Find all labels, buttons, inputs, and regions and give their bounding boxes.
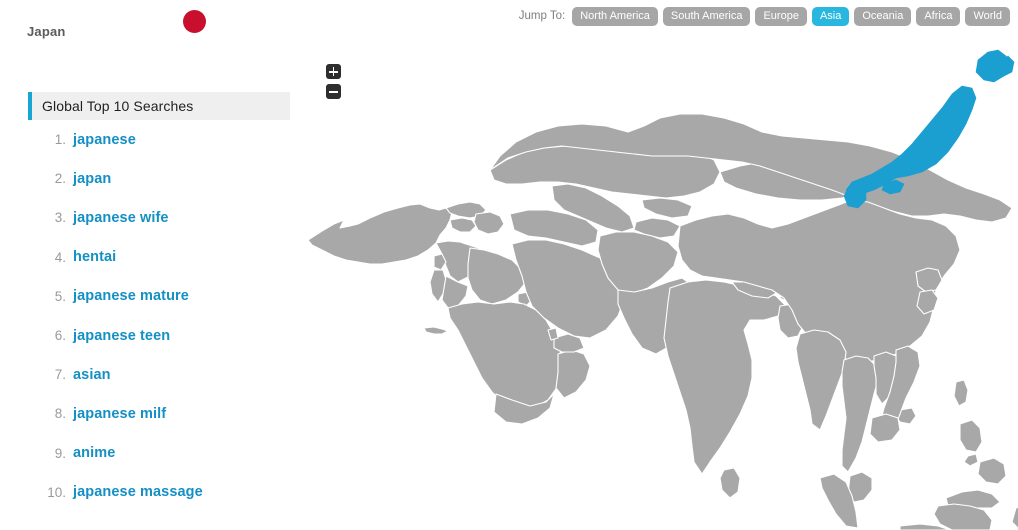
search-term-link[interactable]: japanese teen — [73, 328, 170, 344]
search-rank: 1. — [54, 132, 66, 148]
map-country-japan-hokkaido[interactable] — [975, 49, 1011, 83]
map-country-philippines-mindanao[interactable] — [977, 457, 1007, 485]
map-country-thailand[interactable] — [841, 355, 879, 473]
list-item[interactable]: 2. japan — [28, 159, 290, 198]
search-rank: 9. — [54, 445, 66, 461]
global-top-searches-panel: Global Top 10 Searches 1. japanese 2. ja… — [28, 92, 290, 512]
page-title: Japan — [27, 24, 66, 39]
jump-button-world[interactable]: World — [965, 6, 1010, 26]
accent-bar — [28, 92, 32, 120]
search-rank: 6. — [54, 328, 66, 344]
map-country-cambodia[interactable] — [869, 413, 901, 443]
zoom-out-button[interactable] — [326, 84, 341, 99]
jump-button-south-america[interactable]: South America — [662, 6, 751, 26]
map-country-oman[interactable] — [555, 349, 591, 399]
page-root: Japan Jump To: North America South Ameri… — [0, 0, 1018, 530]
search-term-link[interactable]: asian — [73, 367, 111, 383]
map-country-turkey[interactable] — [307, 203, 453, 265]
searches-panel-header: Global Top 10 Searches — [28, 92, 290, 120]
list-item[interactable]: 5. japanese mature — [28, 277, 290, 316]
list-item[interactable]: 4. hentai — [28, 238, 290, 277]
search-rank: 2. — [54, 171, 66, 187]
list-item[interactable]: 10. japanese massage — [28, 473, 290, 512]
jump-to-label: Jump To: — [518, 10, 566, 22]
search-term-link[interactable]: japanese massage — [73, 484, 203, 500]
jump-button-africa[interactable]: Africa — [916, 6, 961, 26]
map-country-myanmar[interactable] — [795, 329, 847, 431]
search-term-link[interactable]: japan — [73, 171, 111, 187]
search-rank: 3. — [54, 210, 66, 226]
jump-button-europe[interactable]: Europe — [755, 6, 807, 26]
map-country-south-korea[interactable] — [916, 289, 939, 315]
list-item[interactable]: 8. japanese milf — [28, 394, 290, 433]
map-country-cyprus[interactable] — [423, 326, 449, 335]
map-country-philippines-visayas[interactable] — [963, 453, 979, 467]
map-svg[interactable] — [300, 38, 1018, 530]
search-rank: 10. — [47, 484, 66, 500]
minus-icon — [329, 91, 338, 93]
list-item[interactable]: 3. japanese wife — [28, 198, 290, 237]
search-rank: 7. — [54, 367, 66, 383]
search-term-link[interactable]: anime — [73, 445, 115, 461]
list-item[interactable]: 1. japanese — [28, 120, 290, 159]
jump-button-asia[interactable]: Asia — [811, 6, 850, 26]
search-term-link[interactable]: japanese mature — [73, 288, 189, 304]
map-country-indonesia-sulawesi[interactable] — [1011, 504, 1018, 530]
country-header: Japan — [0, 0, 300, 46]
search-term-link[interactable]: japanese — [73, 132, 136, 148]
list-item[interactable]: 9. anime — [28, 434, 290, 473]
search-rank: 4. — [54, 249, 66, 265]
asia-map[interactable] — [300, 38, 1018, 530]
map-country-taiwan[interactable] — [953, 379, 969, 407]
search-term-link[interactable]: japanese milf — [73, 406, 166, 422]
map-country-azerbaijan[interactable] — [473, 211, 505, 235]
jump-button-north-america[interactable]: North America — [572, 6, 658, 26]
list-item[interactable]: 6. japanese teen — [28, 316, 290, 355]
search-rank: 8. — [54, 406, 66, 422]
map-country-sri-lanka[interactable] — [719, 467, 741, 499]
searches-list: 1. japanese 2. japan 3. japanese wife 4.… — [28, 120, 290, 512]
map-country-kyrgyzstan[interactable] — [641, 197, 693, 219]
list-item[interactable]: 7. asian — [28, 355, 290, 394]
plus-icon-vertical — [332, 67, 335, 76]
jump-button-oceania[interactable]: Oceania — [854, 6, 912, 26]
map-zoom-controls — [326, 64, 341, 104]
map-country-armenia[interactable] — [449, 217, 477, 233]
search-term-link[interactable]: japanese wife — [73, 210, 169, 226]
jump-to-bar: Jump To: North America South America Eur… — [519, 4, 1010, 28]
search-term-link[interactable]: hentai — [73, 249, 116, 265]
japan-flag-icon — [166, 4, 222, 42]
searches-panel-title: Global Top 10 Searches — [42, 98, 194, 114]
flag-red-disc — [183, 10, 206, 33]
map-country-india[interactable] — [663, 279, 787, 475]
search-rank: 5. — [54, 288, 66, 304]
map-country-philippines-luzon[interactable] — [959, 419, 983, 453]
zoom-in-button[interactable] — [326, 64, 341, 79]
